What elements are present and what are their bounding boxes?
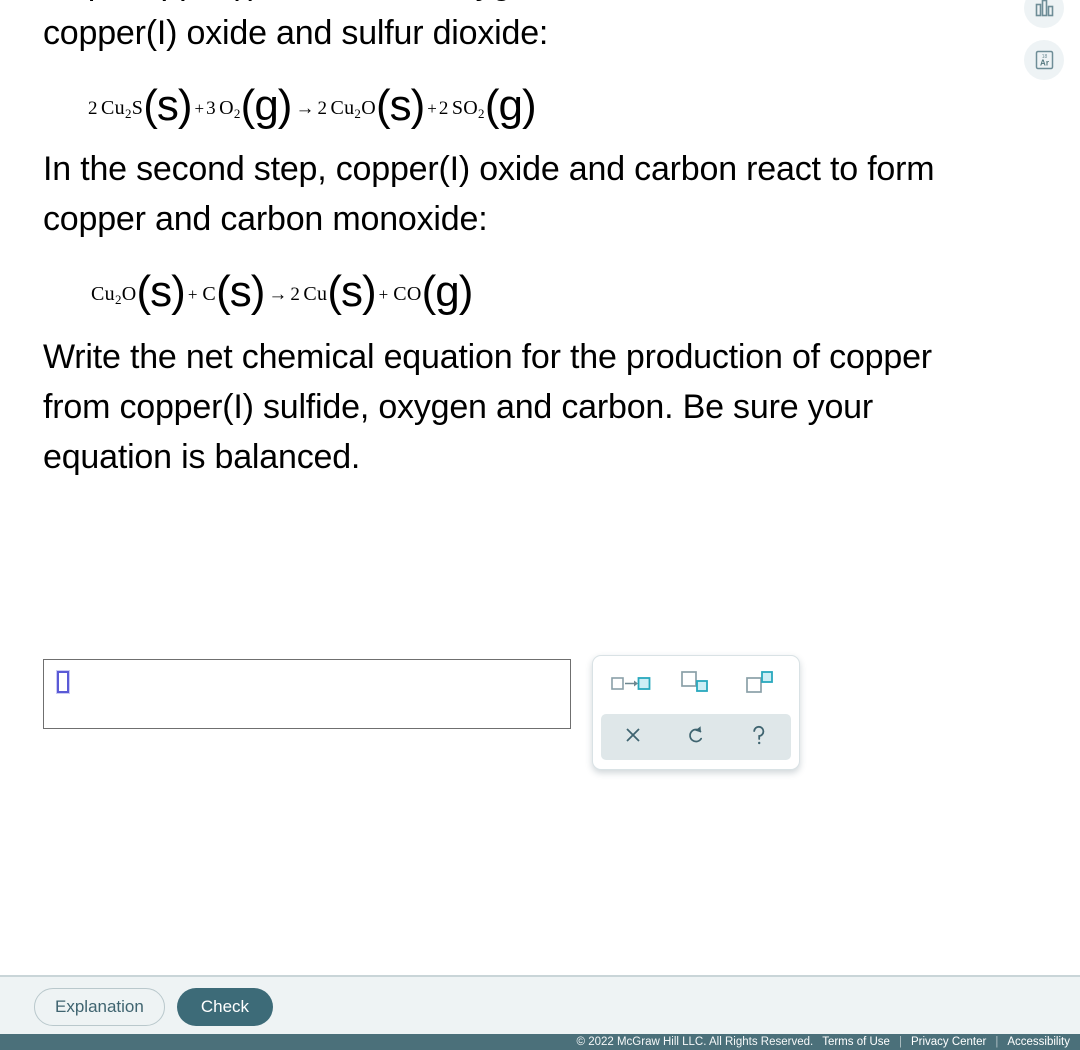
question-paragraph-2: In the second step, copper(I) oxide and … bbox=[43, 150, 935, 238]
eq1-reactant2-state: (g) bbox=[240, 81, 293, 130]
eq2-reaction-arrow-icon: → bbox=[268, 284, 288, 305]
svg-text:Ar: Ar bbox=[1040, 59, 1049, 68]
question-paragraph-1: step, copper(I) sulfide and oxygen react… bbox=[43, 0, 746, 52]
eq1-product2-state: (g) bbox=[484, 81, 537, 130]
reaction-arrow-icon bbox=[611, 674, 651, 697]
action-bar: Explanation Check bbox=[0, 977, 1080, 1037]
eq1-reactant1-state: (s) bbox=[143, 81, 192, 130]
superscript-button[interactable] bbox=[733, 663, 789, 707]
bar-chart-icon-button[interactable] bbox=[1024, 0, 1064, 28]
reaction-arrow-button[interactable] bbox=[603, 663, 659, 707]
chemical-equation-1: 2 Cu2S (s) + 3 O2 (g) → 2 Cu2O (s) + 2 S… bbox=[43, 80, 1000, 128]
assignment-page: 18 Ar step, copper(I) sulfide and oxygen… bbox=[0, 0, 1080, 1050]
eq2-plus-2: + bbox=[378, 285, 389, 304]
check-button[interactable]: Check bbox=[176, 988, 274, 1026]
terms-of-use-link[interactable]: Terms of Use bbox=[822, 1036, 890, 1048]
eq2-reactant2-state: (s) bbox=[216, 267, 265, 316]
undo-button[interactable] bbox=[668, 717, 724, 757]
eq2-reactant1-formula: Cu2O bbox=[91, 283, 137, 307]
empty-slot-placeholder-icon[interactable] bbox=[57, 671, 69, 693]
palette-symbol-row bbox=[593, 656, 799, 714]
delete-icon bbox=[623, 725, 643, 750]
eq2-product1-coefficient: 2 bbox=[290, 284, 301, 305]
explanation-button[interactable]: Explanation bbox=[34, 988, 165, 1026]
footer-separator-1: | bbox=[898, 1036, 902, 1048]
eq2-product1-state: (s) bbox=[327, 267, 376, 316]
answer-input[interactable] bbox=[43, 659, 571, 729]
equation-editor-palette bbox=[592, 655, 800, 770]
periodic-table-icon: 18 Ar bbox=[1034, 49, 1055, 71]
eq1-reactant2-coefficient: 3 bbox=[206, 98, 217, 119]
footer: © 2022 McGraw Hill LLC. All Rights Reser… bbox=[0, 1034, 1080, 1050]
eq2-product1-formula: Cu bbox=[303, 283, 328, 305]
eq2-reactant2-formula: C bbox=[202, 283, 217, 305]
superscript-icon bbox=[744, 670, 778, 701]
delete-button[interactable] bbox=[605, 717, 661, 757]
eq1-product1-coefficient: 2 bbox=[317, 98, 328, 119]
eq2-product2-state: (g) bbox=[421, 267, 474, 316]
periodic-table-icon-button[interactable]: 18 Ar bbox=[1024, 40, 1064, 80]
chemical-equation-2: Cu2O (s) + C (s) → 2 Cu (s) + CO (g) bbox=[43, 266, 1000, 314]
help-button[interactable] bbox=[731, 717, 787, 757]
eq1-reactant1-coefficient: 2 bbox=[88, 98, 98, 119]
copyright-text: © 2022 McGraw Hill LLC. All Rights Reser… bbox=[576, 1036, 814, 1048]
eq1-plus-1: + bbox=[194, 99, 205, 118]
answer-zone bbox=[43, 655, 803, 779]
help-icon bbox=[750, 724, 768, 751]
subscript-icon bbox=[679, 670, 713, 701]
footer-separator-2: | bbox=[995, 1036, 999, 1048]
tool-rail: 18 Ar bbox=[1024, 0, 1068, 80]
accessibility-link[interactable]: Accessibility bbox=[1007, 1036, 1070, 1048]
eq2-reactant1-state: (s) bbox=[136, 267, 186, 316]
eq1-product2-coefficient: 2 bbox=[438, 98, 449, 119]
eq1-plus-2: + bbox=[427, 99, 437, 118]
eq1-product1-state: (s) bbox=[375, 81, 425, 130]
eq1-product1-formula: Cu2O bbox=[330, 97, 376, 121]
subscript-button[interactable] bbox=[668, 663, 724, 707]
question-body: step, copper(I) sulfide and oxygen react… bbox=[0, 0, 1000, 482]
question-paragraph-3: Write the net chemical equation for the … bbox=[43, 338, 932, 476]
eq1-reactant2-formula: O2 bbox=[219, 97, 241, 121]
eq2-plus-1: + bbox=[187, 285, 198, 304]
eq1-product2-formula: SO2 bbox=[451, 97, 485, 121]
eq2-product2-formula: CO bbox=[393, 283, 422, 305]
privacy-center-link[interactable]: Privacy Center bbox=[911, 1036, 986, 1048]
bar-chart-icon bbox=[1035, 0, 1054, 17]
eq1-reactant1-formula: Cu2S bbox=[101, 97, 144, 121]
palette-action-row bbox=[601, 714, 791, 760]
eq1-reaction-arrow-icon: → bbox=[295, 98, 315, 119]
undo-icon bbox=[686, 724, 706, 751]
